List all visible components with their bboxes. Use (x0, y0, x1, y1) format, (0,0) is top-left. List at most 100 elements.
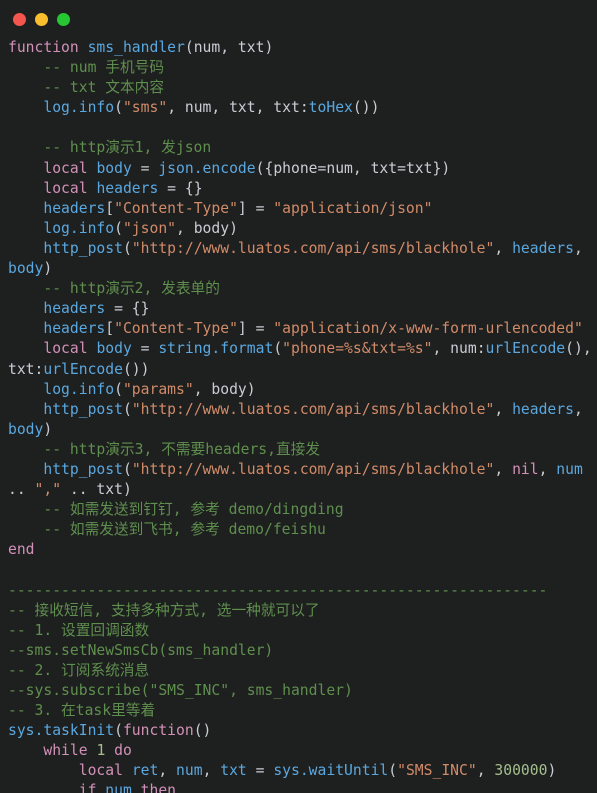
code-token: --sms.setNewSmsCb(sms_handler) (8, 641, 274, 659)
code-token: headers (43, 320, 106, 338)
code-line: local body = json.encode({phone=num, txt… (8, 159, 593, 179)
code-token: 1 (96, 742, 106, 760)
code-line: -- http演示3, 不需要headers,直接发 (8, 440, 593, 460)
minimize-window-button[interactable] (35, 12, 48, 26)
code-token: ) (547, 762, 557, 780)
code-token: , (494, 239, 513, 257)
code-token: body (8, 260, 44, 278)
code-token: log.info (43, 219, 115, 237)
code-token: ----------------------------------------… (8, 581, 548, 599)
code-token: "http://www.luatos.com/api/sms/blackhole… (131, 460, 495, 478)
code-line: -- 如需发送到飞书, 参考 demo/feishu (8, 520, 593, 540)
code-token: ] = (237, 199, 274, 217)
code-line: end (8, 540, 593, 560)
code-token: headers (43, 300, 106, 318)
code-token: [ (105, 320, 115, 338)
code-line: -- num 手机号码 (8, 58, 593, 78)
code-token: = (131, 340, 159, 358)
code-token: "application/x-www-form-urlencoded" (273, 320, 583, 338)
code-content[interactable]: function sms_handler(num, txt) -- num 手机… (8, 38, 593, 793)
code-token: , (573, 400, 592, 418)
code-token: "Content-Type" (114, 320, 238, 338)
code-line: -- http演示2, 发表单的 (8, 279, 593, 299)
code-token: num (556, 460, 583, 478)
close-window-button[interactable] (13, 12, 26, 26)
code-line: local ret, num, txt = sys.waitUntil("SMS… (8, 761, 593, 781)
code-token: -- 如需发送到钉钉, 参考 demo/dingding (8, 501, 344, 519)
code-token: , (158, 762, 177, 780)
code-token: do (114, 742, 132, 760)
code-line: http_post("http://www.luatos.com/api/sms… (8, 460, 593, 500)
code-token: = {} (105, 300, 150, 318)
code-token: log.info (43, 99, 115, 117)
code-line: function sms_handler(num, txt) (8, 38, 593, 58)
code-token: = {} (158, 179, 203, 197)
code-token: "Content-Type" (114, 199, 238, 217)
code-token: sys.waitUntil (273, 762, 389, 780)
code-line: sys.taskInit(function() (8, 721, 593, 741)
code-token: -- http演示1, 发json (8, 139, 212, 157)
code-token: function (8, 39, 79, 56)
code-token: headers (512, 400, 574, 418)
code-token: --sys.subscribe("SMS_INC", sms_handler) (8, 682, 353, 699)
code-token: http_post (43, 239, 123, 257)
code-token: num (105, 782, 132, 793)
code-token: if (78, 782, 97, 793)
code-token: http_post (43, 400, 123, 418)
code-token: log.info (43, 380, 115, 398)
code-token: , num, txt, txt: (167, 99, 309, 117)
code-token: toHex (308, 99, 353, 117)
code-token: [ (105, 199, 115, 217)
code-token: nil (512, 460, 539, 478)
code-line: while 1 do (8, 741, 593, 761)
code-token: , (538, 460, 557, 478)
code-token: phone (273, 159, 318, 177)
code-token: , num: (432, 340, 486, 358)
code-token: , body) (176, 219, 238, 237)
code-token: "params" (122, 380, 194, 398)
code-token: -- 3. 在task里等着 (8, 702, 156, 720)
code-token: http_post (43, 460, 123, 478)
code-token: headers (96, 179, 159, 197)
code-token: ret (131, 762, 159, 780)
code-token: -- http演示3, 不需要headers,直接发 (8, 440, 321, 458)
code-line: -- 2. 订阅系统消息 (8, 661, 593, 681)
window-titlebar (0, 0, 597, 38)
code-token: , (573, 239, 592, 257)
code-token: ( (114, 99, 123, 117)
code-token: ( (114, 380, 123, 398)
code-editor-pane[interactable]: function sms_handler(num, txt) -- num 手机… (0, 38, 597, 793)
maximize-window-button[interactable] (57, 12, 70, 26)
code-line: -- 1. 设置回调函数 (8, 621, 593, 641)
code-line: log.info("json", body) (8, 219, 593, 239)
code-line: -- txt 文本内容 (8, 78, 593, 98)
code-token: body (96, 340, 132, 358)
code-token: local (43, 179, 88, 197)
code-line: log.info("params", body) (8, 380, 593, 400)
code-token: , body) (193, 380, 256, 398)
code-token: urlEncode (43, 360, 123, 378)
code-token: ( (114, 722, 123, 740)
code-token: local (43, 340, 88, 358)
code-token: -- http演示2, 发表单的 (8, 280, 220, 298)
code-line: headers["Content-Type"] = "application/x… (8, 319, 593, 339)
code-token: -- num 手机号码 (8, 59, 165, 77)
code-line: --sys.subscribe("SMS_INC", sms_handler) (8, 681, 593, 701)
